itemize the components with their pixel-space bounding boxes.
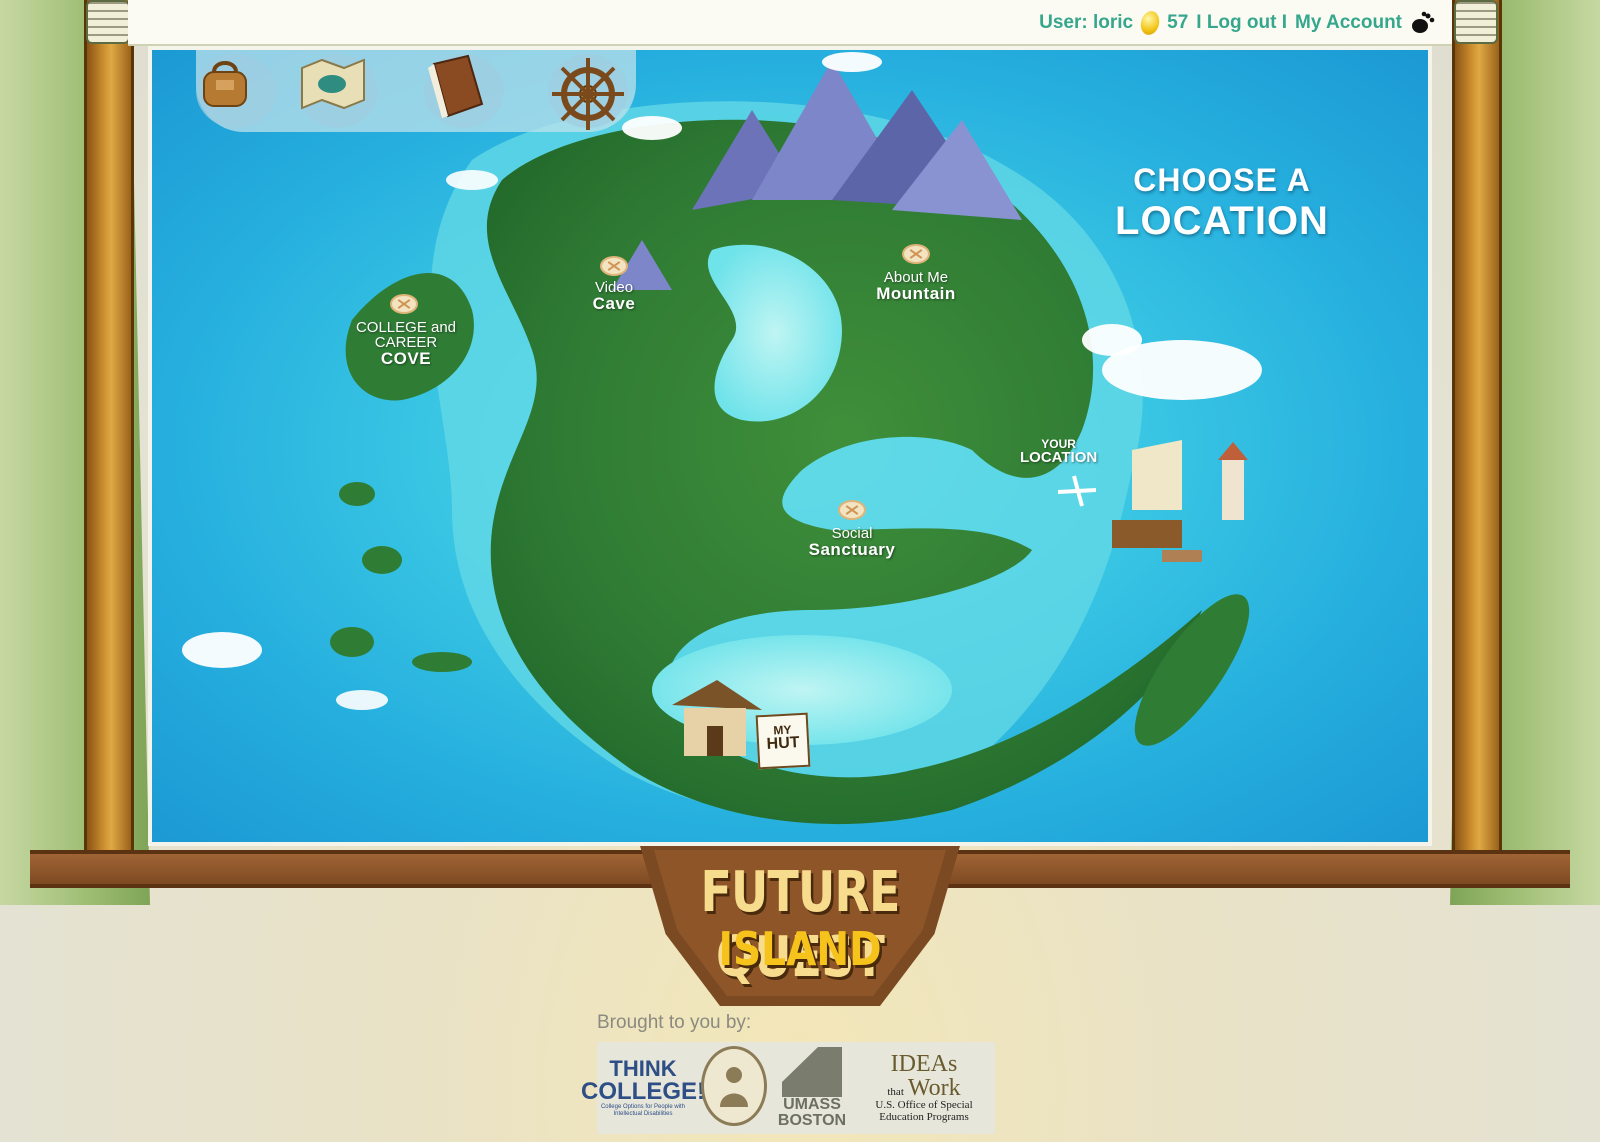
your-location-line2: LOCATION [1020,449,1098,466]
game-screen: User: loric 57 I Log out I My Account CH… [0,0,1600,1142]
location-video-cave[interactable]: Video Cave [572,280,656,312]
left-wooden-post [84,0,134,880]
ideas-line2: U.S. Office of Special Education Program… [875,1099,973,1123]
cove-label-big: COVE [380,349,432,368]
sponsor-logos: THINK COLLEGE! College Options for Peopl… [581,1042,995,1134]
ideas-tagline-row: that Work [887,1076,960,1100]
right-rope [1454,0,1498,44]
map-icon [301,58,365,110]
ideas-that: that [887,1086,904,1099]
umass-mark [782,1047,842,1097]
left-rope [86,0,130,44]
backpack-button[interactable] [196,54,276,128]
umass-boston-logo[interactable]: UMASS BOSTON [777,1046,847,1130]
my-account-link[interactable]: My Account [1295,12,1402,34]
your-location-label: YOUR LOCATION [1020,438,1097,465]
ideas-that-work-logo[interactable]: IDEAs that Work U.S. Office of Special E… [855,1046,993,1130]
location-cove[interactable]: COLLEGE and CAREER COVE [324,320,488,367]
sanctuary-marker[interactable] [838,500,866,520]
ideas-line1: IDEAs [890,1051,958,1078]
think-logo-tagline: College Options for People with Intellec… [600,1104,686,1117]
game-title-line2: ISLAND [718,922,882,976]
map-button[interactable] [298,54,378,128]
cave-marker[interactable] [600,256,628,276]
book-icon [428,54,484,118]
toolbar [196,50,636,132]
user-label: User: loric [1039,12,1134,33]
coin-count: 57 [1167,12,1189,33]
think-college-logo[interactable]: THINK COLLEGE! College Options for Peopl… [581,1046,705,1130]
family-seal-icon [720,1067,748,1107]
choose-heading-line1: CHOOSE A [1133,162,1311,198]
location-about-me-mountain[interactable]: About Me Mountain [858,270,974,302]
cove-label-small: COLLEGE and CAREER [355,319,457,351]
book-button[interactable] [424,54,504,128]
paw-icon[interactable] [1410,10,1436,36]
cave-label-big: Cave [592,294,636,313]
think-logo-line1: THINK [609,1056,677,1082]
logout-link[interactable]: I Log out I [1196,12,1287,34]
sanctuary-label-big: Sanctuary [808,540,896,559]
umass-line2: BOSTON [777,1112,847,1129]
mountain-label-big: Mountain [876,284,956,303]
choose-heading-line2: LOCATION [1115,199,1329,243]
mountain-label-small: About Me [883,269,949,286]
sanctuary-label-small: Social [831,525,873,542]
my-hut-sign[interactable]: MY HUT [755,712,811,770]
right-wooden-post [1452,0,1502,880]
top-bar: User: loric 57 I Log out I My Account [128,0,1452,46]
island-map: CHOOSE A LOCATION COLLEGE and CAREER COV… [148,46,1432,846]
choose-location-heading: CHOOSE A LOCATION [1092,162,1352,244]
brought-to-you-label: Brought to you by: [597,1012,752,1033]
backpack-icon [203,61,247,107]
cave-label-small: Video [594,279,634,296]
ship-wheel-button[interactable] [548,54,628,130]
mountain-marker[interactable] [902,244,930,264]
user-bar: User: loric 57 I Log out I My Account [1039,9,1436,37]
umass-line1: UMASS [783,1096,841,1113]
seal-logo[interactable] [701,1046,767,1126]
coin-icon [1138,9,1162,37]
think-logo-line2: COLLEGE! [581,1078,705,1106]
location-social-sanctuary[interactable]: Social Sanctuary [792,526,912,558]
hut-sign-line2: HUT [766,734,800,753]
cove-marker[interactable] [390,294,418,314]
ship-wheel-icon [552,58,624,130]
ideas-work: Work [907,1075,961,1102]
